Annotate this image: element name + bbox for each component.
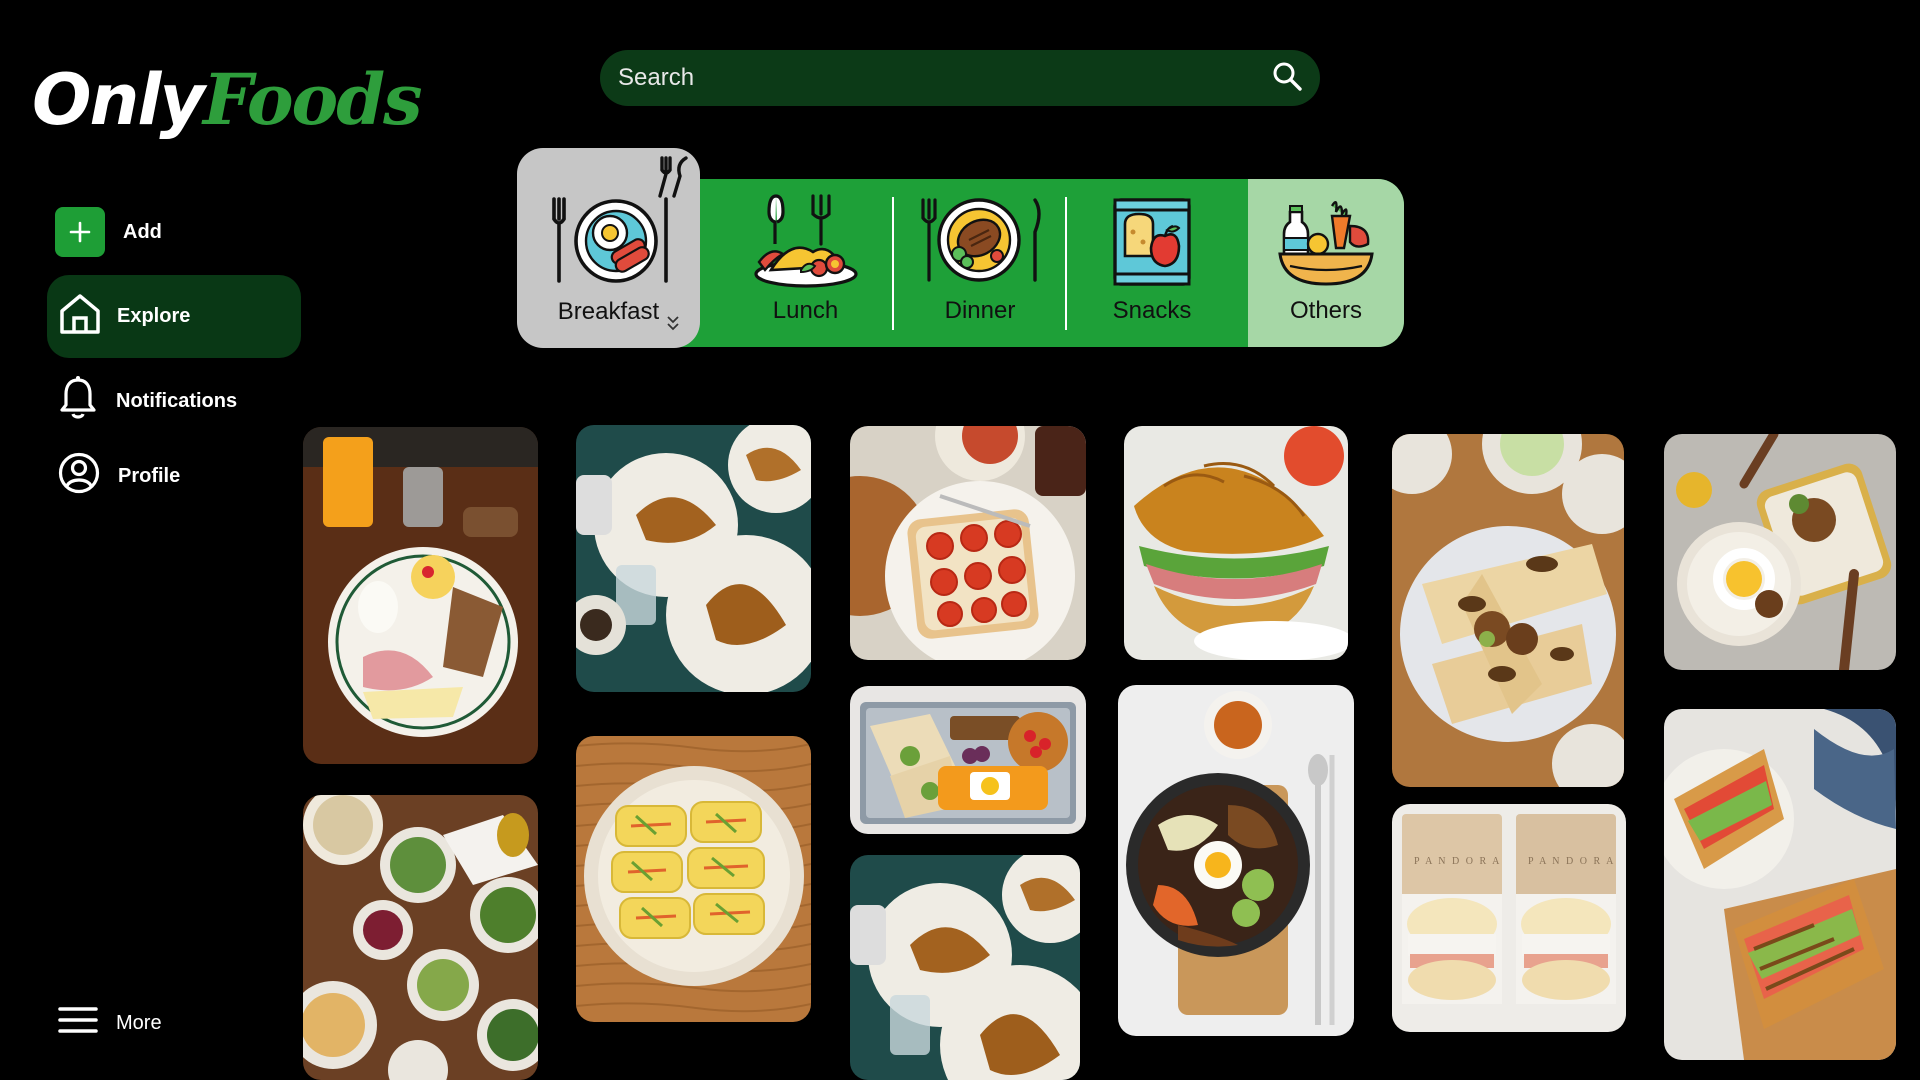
category-lunch[interactable]: Lunch: [718, 179, 893, 347]
category-label-dinner: Dinner: [944, 297, 1016, 324]
food-photo-breakfast-platter[interactable]: [303, 427, 538, 764]
chevron-double-down-icon: [666, 315, 680, 336]
food-photo-grilled-burritos[interactable]: [1392, 434, 1624, 787]
profile-label: Profile: [118, 464, 181, 487]
category-divider: [892, 197, 894, 330]
category-label-breakfast: Breakfast: [557, 298, 660, 325]
svg-text:P A N D O R A: P A N D O R A: [1414, 856, 1501, 867]
more-nav-item[interactable]: More: [58, 1005, 162, 1041]
add-label: Add: [123, 220, 162, 243]
notifications-label: Notifications: [116, 389, 238, 412]
app-logo[interactable]: OnlyFoods: [32, 58, 423, 141]
food-photo-pressed-sandwich[interactable]: [1664, 709, 1896, 1060]
add-button[interactable]: Add: [55, 207, 162, 257]
lunch-plate-icon: [751, 192, 861, 293]
bell-icon: [58, 375, 98, 427]
explore-label: Explore: [117, 305, 191, 327]
category-snacks[interactable]: Snacks: [1067, 179, 1237, 347]
food-photo-croissant-sandwich[interactable]: [1124, 426, 1348, 660]
dinner-plate-icon: [915, 192, 1045, 293]
search-input[interactable]: [618, 64, 1272, 92]
search-icon[interactable]: [1272, 61, 1302, 96]
food-photo-rice-bowls[interactable]: [1664, 434, 1896, 670]
user-circle-icon: [58, 452, 100, 500]
profile-nav-item[interactable]: Profile: [58, 452, 180, 500]
category-breakfast[interactable]: Breakfast: [517, 148, 700, 348]
food-photo-rolled-omelette[interactable]: [576, 736, 811, 1022]
food-photo-salad-table[interactable]: [303, 795, 538, 1080]
svg-text:P A N D O R A: P A N D O R A: [1528, 856, 1615, 867]
snack-bag-icon: [1109, 196, 1195, 293]
food-photo-wrap-lunchbox[interactable]: [850, 686, 1086, 834]
category-others[interactable]: Others: [1248, 179, 1404, 347]
food-photo-bibimbap[interactable]: [1118, 685, 1354, 1036]
groceries-basket-icon: [1276, 192, 1376, 293]
more-label: More: [116, 1011, 162, 1034]
category-dinner[interactable]: Dinner: [895, 179, 1065, 347]
category-label-lunch: Lunch: [772, 297, 839, 324]
home-icon: [57, 291, 103, 343]
food-photo-pandora-burgers[interactable]: P A N D O R AP A N D O R A: [1392, 804, 1626, 1032]
notifications-nav-item[interactable]: Notifications: [58, 375, 237, 427]
category-label-snacks: Snacks: [1112, 297, 1192, 324]
search-bar: [600, 50, 1320, 106]
logo-text-only: Only: [32, 59, 205, 141]
category-label-others: Others: [1289, 297, 1363, 324]
plus-icon: [55, 207, 105, 257]
logo-text-foods: Foods: [202, 58, 423, 141]
food-photo-croissants-cafe[interactable]: [576, 425, 811, 692]
utensils-icon: [654, 154, 692, 205]
hamburger-menu-icon: [58, 1005, 98, 1041]
food-photo-tomato-toast[interactable]: [850, 426, 1086, 660]
food-photo-croissants-cafe-2[interactable]: [850, 855, 1080, 1080]
explore-nav-item[interactable]: Explore: [47, 275, 301, 358]
